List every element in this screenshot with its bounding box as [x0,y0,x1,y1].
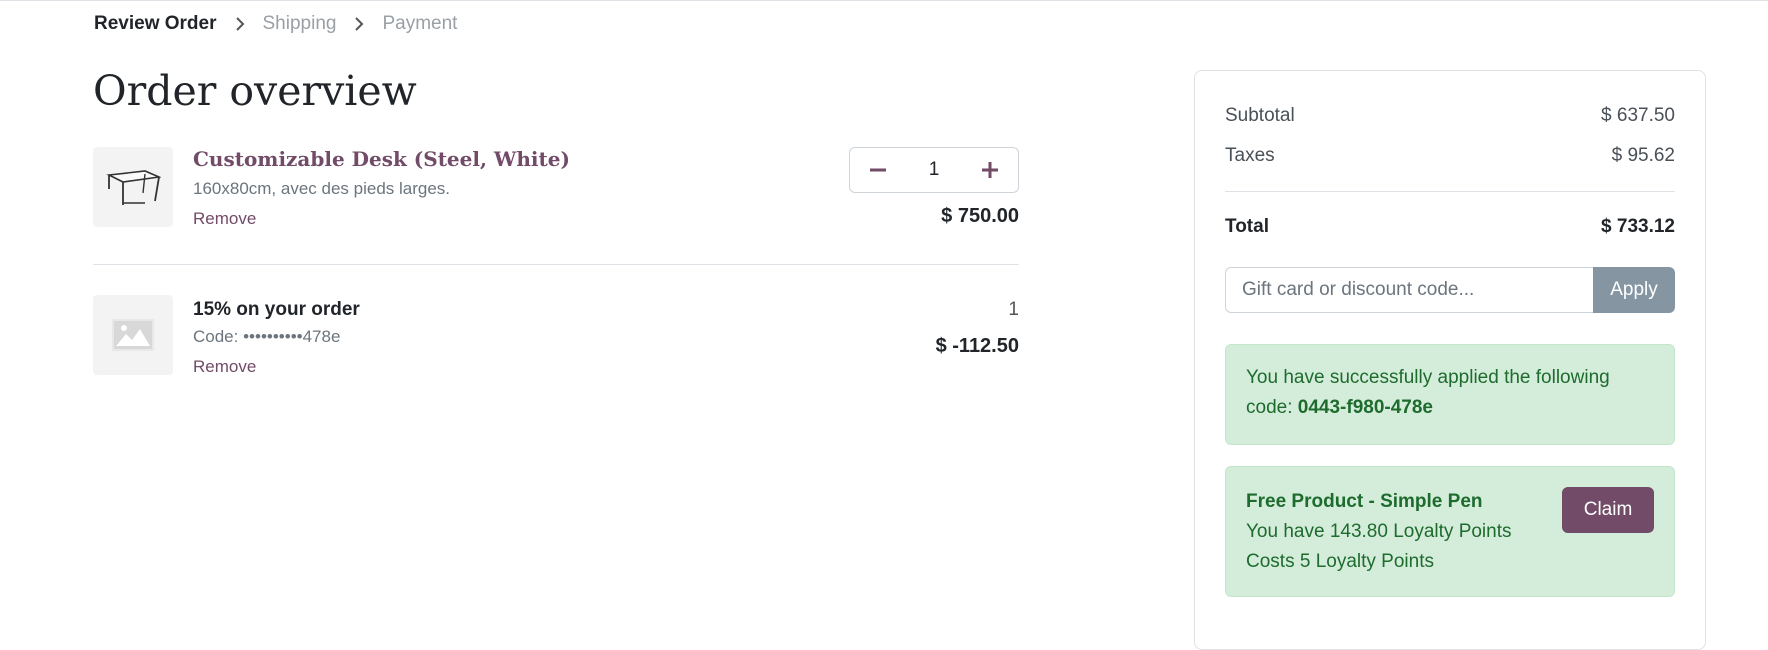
taxes-row: Taxes $ 95.62 [1225,145,1675,167]
promo-code-input[interactable] [1225,267,1593,313]
order-line-product: Customizable Desk (Steel, White) 160x80c… [93,147,1019,237]
order-line-reward: 15% on your order Code: ••••••••••478e R… [93,295,1019,385]
total-row: Total $ 733.12 [1225,216,1675,238]
claim-button[interactable]: Claim [1562,487,1654,533]
taxes-value: $ 95.62 [1611,145,1675,166]
reward-quantity: 1 [1008,299,1019,320]
order-summary-card: Subtotal $ 637.50 Taxes $ 95.62 Total $ … [1194,70,1706,650]
minus-icon[interactable] [850,148,906,192]
total-label: Total [1225,216,1269,237]
product-description: 160x80cm, avec des pieds larges. [193,179,451,198]
quantity-input[interactable]: 1 [914,159,954,181]
subtotal-value: $ 637.50 [1601,105,1675,126]
chevron-right-icon [235,16,245,32]
image-placeholder-icon [93,295,173,375]
plus-icon[interactable] [962,148,1018,192]
promo-form: Apply [1225,267,1675,313]
reward-name: 15% on your order [193,299,360,320]
loyalty-reward-alert: Free Product - Simple Pen You have 143.8… [1225,466,1675,597]
breadcrumb-shipping[interactable]: Shipping [263,13,337,35]
remove-product-link[interactable]: Remove [193,209,256,229]
reward-price: $ -112.50 [935,335,1019,357]
reward-cost: Costs 5 Loyalty Points [1246,551,1434,572]
applied-code: 0443-f980-478e [1297,397,1433,418]
subtotal-label: Subtotal [1225,105,1295,126]
reward-code: Code: ••••••••••478e [193,327,341,346]
apply-button[interactable]: Apply [1593,267,1675,313]
chevron-right-icon [354,16,364,32]
product-name-link[interactable]: Customizable Desk (Steel, White) [193,147,570,171]
breadcrumb: Review Order Shipping Payment [94,13,457,35]
breadcrumb-review-order[interactable]: Review Order [94,13,217,35]
remove-reward-link[interactable]: Remove [193,357,256,377]
page-title: Order overview [93,67,417,115]
summary-divider [1225,191,1675,192]
quantity-stepper: 1 [849,147,1019,193]
taxes-label: Taxes [1225,145,1275,166]
breadcrumb-payment[interactable]: Payment [382,13,457,35]
desk-thumbnail[interactable] [93,147,173,227]
product-price: $ 750.00 [941,205,1019,227]
line-divider [93,264,1019,265]
promo-success-alert: You have successfully applied the follow… [1225,344,1675,445]
total-value: $ 733.12 [1601,216,1675,237]
subtotal-row: Subtotal $ 637.50 [1225,105,1675,127]
